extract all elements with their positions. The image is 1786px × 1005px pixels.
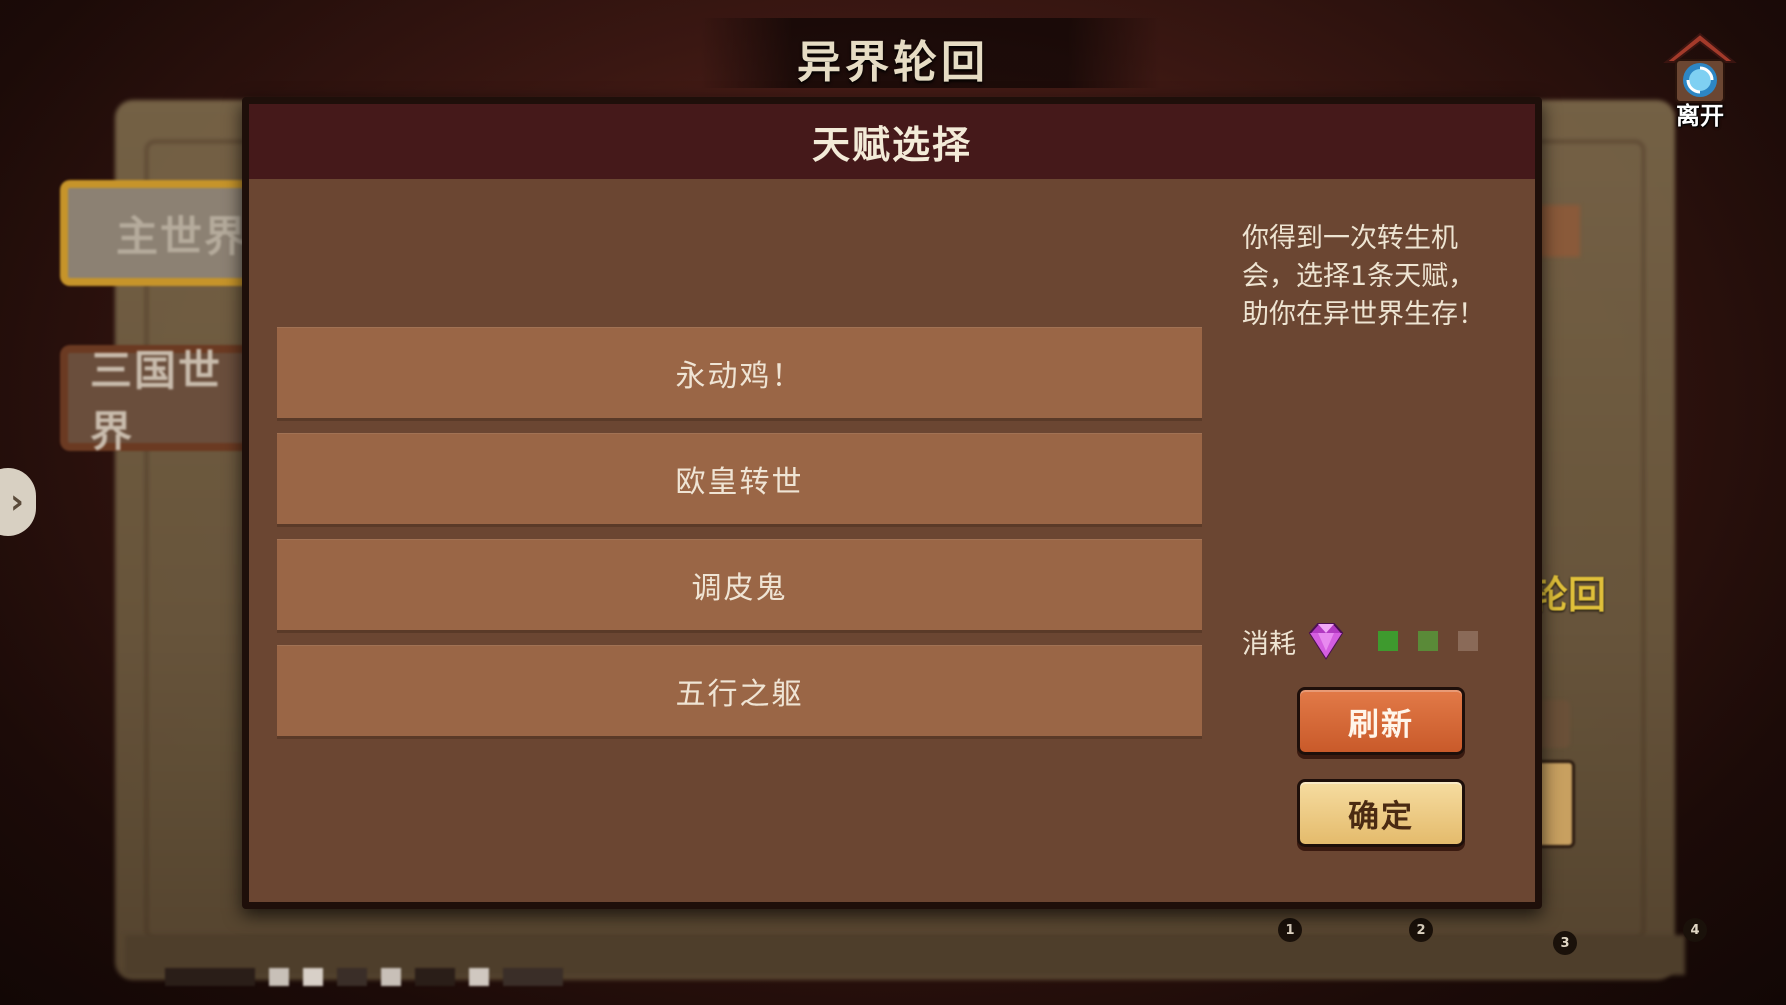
cost-pip (1418, 631, 1438, 651)
leave-button[interactable]: 离开 (1652, 28, 1748, 140)
talent-option[interactable]: 欧皇转世 (277, 433, 1202, 527)
confirm-button[interactable]: 确定 (1297, 779, 1465, 847)
talent-option[interactable]: 永动鸡！ (277, 327, 1202, 421)
cost-pip (1458, 631, 1478, 651)
page-number[interactable]: 2 (1409, 918, 1433, 942)
refresh-button[interactable]: 刷新 (1297, 687, 1465, 755)
screen-title: 异界轮回 (797, 37, 989, 88)
side-expand-button[interactable]: › (0, 468, 36, 536)
talent-option[interactable]: 调皮鬼 (277, 539, 1202, 633)
game-screen: 轮回 异界轮回 主世界 三国世界 › 离开 1 2 3 4 天赋选择 永动鸡！ … (0, 0, 1786, 1005)
portal-gate-icon (1663, 32, 1737, 103)
talent-description: 你得到一次转生机会，选择1条天赋，助你在异世界生存！ (1242, 223, 1485, 330)
cost-pip (1378, 631, 1398, 651)
talent-list: 永动鸡！ 欧皇转世 调皮鬼 五行之躯 (277, 327, 1202, 751)
talent-select-dialog: 天赋选择 永动鸡！ 欧皇转世 调皮鬼 五行之躯 你得到一次转生机会，选择1条天赋… (242, 97, 1542, 909)
cost-row: 消耗 (1242, 619, 1512, 663)
talent-option[interactable]: 五行之躯 (277, 645, 1202, 739)
page-number[interactable]: 3 (1553, 931, 1577, 955)
page-number[interactable]: 1 (1278, 918, 1302, 942)
dialog-title: 天赋选择 (811, 123, 972, 167)
bottom-strip-blurred (165, 968, 685, 990)
chevron-right-icon: › (9, 482, 24, 522)
dialog-header: 天赋选择 (249, 104, 1535, 179)
world-tab-main[interactable]: 主世界 (60, 180, 260, 286)
world-tab-three-kingdoms[interactable]: 三国世界 (60, 345, 260, 456)
purple-gem-icon (1308, 623, 1344, 660)
cost-label: 消耗 (1242, 628, 1296, 660)
page-number[interactable]: 4 (1683, 918, 1707, 942)
cost-pips (1378, 631, 1478, 651)
